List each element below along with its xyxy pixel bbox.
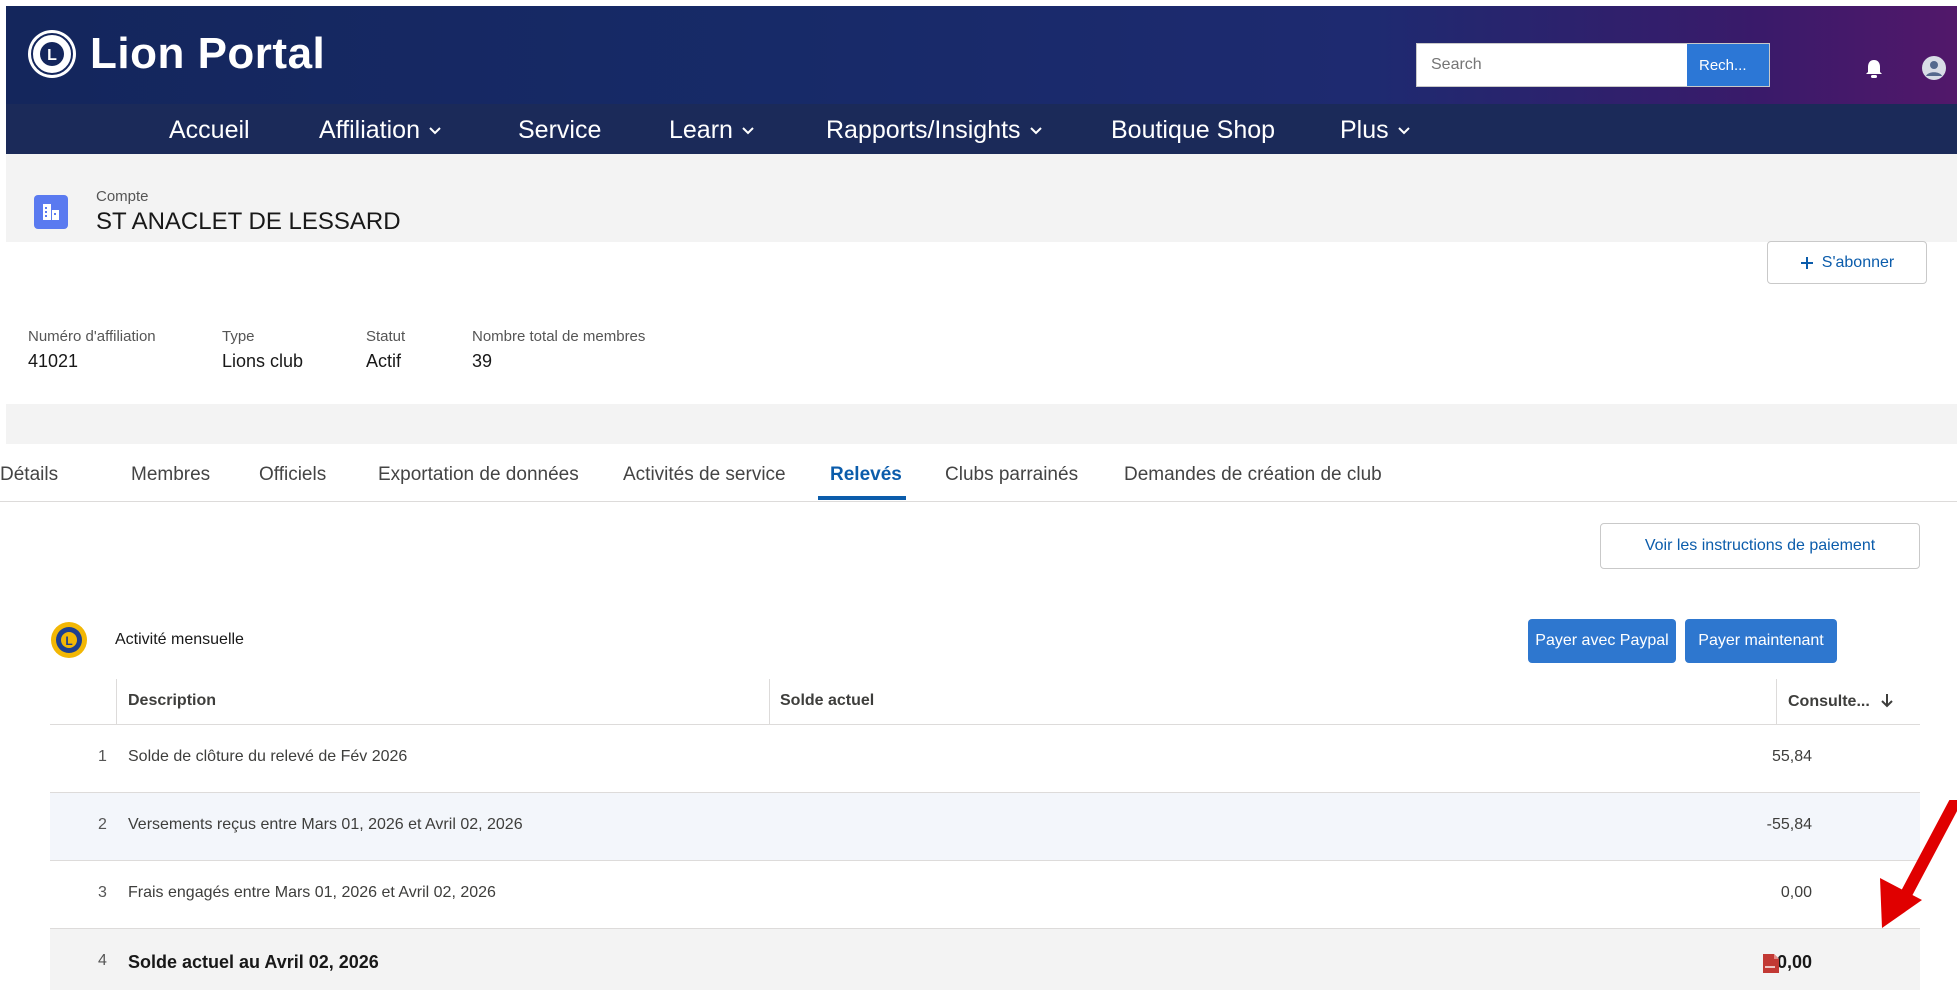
column-divider xyxy=(116,679,117,725)
row-description: Versements reçus entre Mars 01, 2026 et … xyxy=(128,816,523,833)
row-number: 4 xyxy=(98,952,107,969)
global-header: L Lion Portal Rech... xyxy=(6,6,1957,104)
pay-now-button[interactable]: Payer maintenant xyxy=(1685,619,1837,663)
pdf-file-icon[interactable] xyxy=(1763,954,1779,973)
tab-clubs-parraines[interactable]: Clubs parrainés xyxy=(945,464,1078,486)
svg-text:L: L xyxy=(47,47,57,64)
row-balance: 0,00 xyxy=(1776,952,1812,972)
account-icon xyxy=(34,195,68,229)
tab-activites[interactable]: Activités de service xyxy=(623,464,786,486)
tab-demandes[interactable]: Demandes de création de club xyxy=(1124,464,1382,486)
chevron-down-icon xyxy=(429,126,441,134)
main-navigation: Accueil Affiliation Service Learn Rappor… xyxy=(6,104,1957,154)
subscribe-label: S'abonner xyxy=(1821,253,1895,271)
highlight-affiliation-number: Numéro d'affiliation 41021 xyxy=(28,328,156,372)
highlight-label: Statut xyxy=(366,328,406,345)
user-avatar-icon[interactable] xyxy=(1922,56,1946,80)
nav-label: Boutique Shop xyxy=(1111,116,1276,144)
plus-icon xyxy=(1800,256,1813,269)
record-object-label: Compte xyxy=(96,188,149,205)
lions-emblem-icon: L xyxy=(51,622,87,658)
search-input[interactable] xyxy=(1417,44,1687,86)
section-divider xyxy=(6,404,1957,444)
table-row: 2 Versements reçus entre Mars 01, 2026 e… xyxy=(50,793,1920,861)
column-divider[interactable] xyxy=(1776,679,1777,725)
highlight-value: 39 xyxy=(472,351,493,371)
app-title: Lion Portal xyxy=(90,29,326,78)
sort-arrow-down-icon xyxy=(1881,694,1893,708)
chevron-down-icon xyxy=(1397,126,1410,134)
highlight-type: Type Lions club xyxy=(222,328,303,372)
statements-table: Description Solde actuel Consulte... 1 S… xyxy=(50,679,1920,990)
subscribe-button[interactable]: S'abonner xyxy=(1767,241,1927,284)
nav-label: Service xyxy=(518,116,602,144)
row-description: Solde de clôture du relevé de Fév 2026 xyxy=(128,748,408,765)
active-tab-indicator xyxy=(818,496,906,500)
column-header-description[interactable]: Description xyxy=(128,692,216,710)
nav-item-service[interactable]: Service xyxy=(518,116,601,145)
tab-officiels[interactable]: Officiels xyxy=(259,464,326,486)
chevron-down-icon xyxy=(1029,126,1042,134)
record-name: ST ANACLET DE LESSARD xyxy=(96,208,401,235)
highlights-panel: Numéro d'affiliation 41021 Type Lions cl… xyxy=(6,306,1957,404)
nav-item-boutique[interactable]: Boutique Shop xyxy=(1111,116,1275,145)
table-row: 1 Solde de clôture du relevé de Fév 2026… xyxy=(50,725,1920,793)
tab-releves[interactable]: Relevés xyxy=(830,464,902,486)
lions-emblem-icon: L xyxy=(28,30,76,78)
highlight-label: Nombre total de membres xyxy=(472,328,646,345)
tab-details[interactable]: Détails xyxy=(0,464,58,486)
row-description: Solde actuel au Avril 02, 2026 xyxy=(128,952,379,972)
column-header-consult-label: Consulte... xyxy=(1788,693,1870,710)
row-balance: -55,84 xyxy=(1766,816,1812,833)
row-number: 1 xyxy=(98,748,107,765)
highlight-status: Statut Actif xyxy=(366,328,405,372)
highlight-value: Actif xyxy=(366,351,402,371)
highlight-label: Type xyxy=(222,328,255,345)
record-header: Compte ST ANACLET DE LESSARD xyxy=(6,154,1957,242)
highlight-member-count: Nombre total de membres 39 xyxy=(472,328,645,372)
nav-label: Plus xyxy=(1340,116,1389,144)
search-box: Rech... xyxy=(1416,43,1770,87)
table-row: 3 Frais engagés entre Mars 01, 2026 et A… xyxy=(50,861,1920,929)
nav-item-plus[interactable]: Plus xyxy=(1340,116,1411,145)
column-header-balance[interactable]: Solde actuel xyxy=(780,692,874,710)
nav-label: Rapports/Insights xyxy=(826,116,1021,144)
highlight-label: Numéro d'affiliation xyxy=(28,328,156,345)
column-header-consult[interactable]: Consulte... xyxy=(1788,692,1894,711)
nav-label: Learn xyxy=(669,116,733,144)
table-row: 4 Solde actuel au Avril 02, 2026 0,00 xyxy=(50,929,1920,990)
column-divider[interactable] xyxy=(769,679,770,725)
row-number: 3 xyxy=(98,884,107,901)
highlight-value: Lions club xyxy=(222,351,304,371)
row-balance: 55,84 xyxy=(1771,748,1812,765)
nav-item-learn[interactable]: Learn xyxy=(669,116,755,145)
chevron-down-icon xyxy=(742,126,754,134)
row-number: 2 xyxy=(98,816,107,833)
highlight-value: 41021 xyxy=(28,351,79,371)
svg-text:L: L xyxy=(65,634,72,648)
annotation-arrow-icon xyxy=(1880,800,1957,928)
tab-exportation[interactable]: Exportation de données xyxy=(378,464,579,486)
nav-label: Accueil xyxy=(169,116,250,144)
tab-membres[interactable]: Membres xyxy=(131,464,210,486)
app-logo[interactable]: L Lion Portal xyxy=(26,28,325,80)
search-button[interactable]: Rech... xyxy=(1687,44,1769,86)
card-title: Activité mensuelle xyxy=(115,631,244,648)
nav-item-accueil[interactable]: Accueil xyxy=(169,116,250,145)
record-tabs: Détails Membres Officiels Exportation de… xyxy=(0,444,1957,502)
nav-label: Affiliation xyxy=(319,116,420,144)
nav-item-rapports[interactable]: Rapports/Insights xyxy=(826,116,1043,145)
bell-icon[interactable] xyxy=(1863,58,1885,80)
nav-item-affiliation[interactable]: Affiliation xyxy=(319,116,442,145)
payment-instructions-button[interactable]: Voir les instructions de paiement xyxy=(1600,523,1920,569)
pay-paypal-button[interactable]: Payer avec Paypal xyxy=(1528,619,1676,663)
row-description: Frais engagés entre Mars 01, 2026 et Avr… xyxy=(128,884,496,901)
row-balance: 0,00 xyxy=(1780,884,1812,901)
table-header: Description Solde actuel Consulte... xyxy=(50,679,1920,725)
